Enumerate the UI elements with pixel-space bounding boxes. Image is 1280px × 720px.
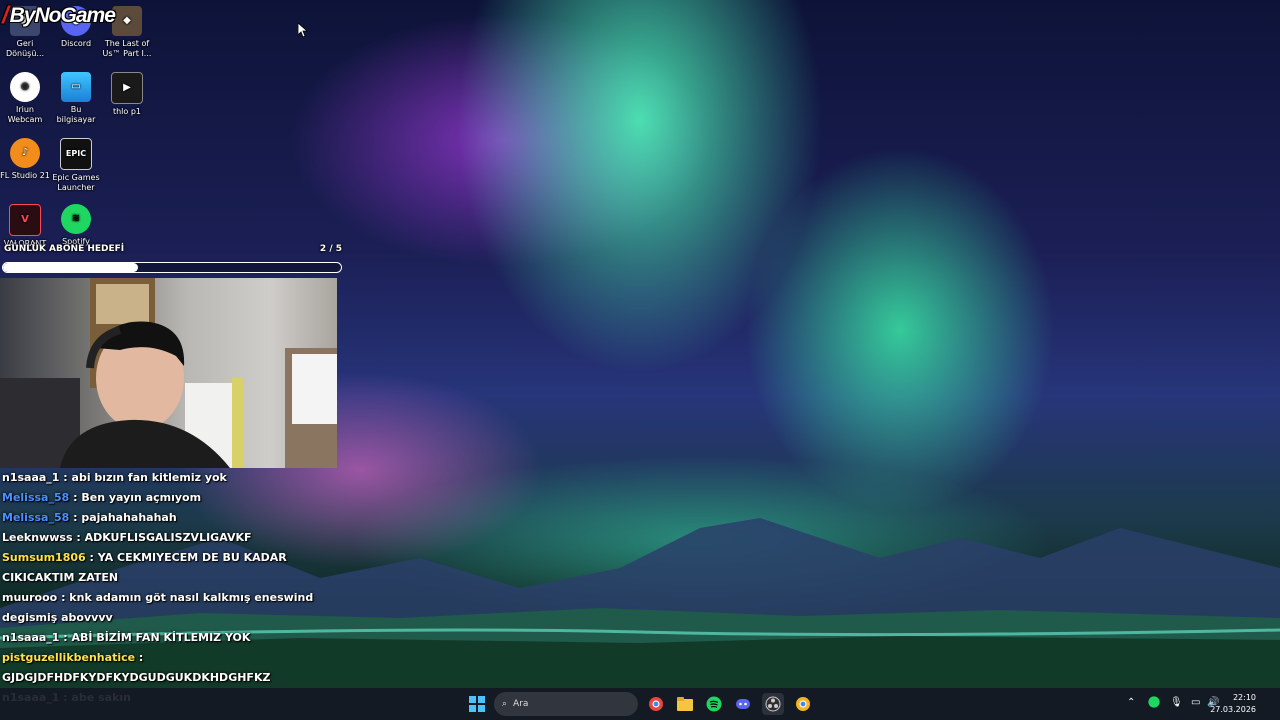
subscriber-goal-bar xyxy=(2,262,342,273)
desktop-icon-spotify[interactable]: ≋ Spotify xyxy=(51,204,101,247)
chat-username: pistguzellikbenhatice xyxy=(2,651,136,664)
chat-text: knk adamın göt nasıl kalkmış eneswind xyxy=(69,591,314,604)
chat-text: degismiş abovvvv xyxy=(2,611,113,624)
video-file-icon: ▶ xyxy=(111,72,143,104)
webcam-feed xyxy=(0,278,337,468)
chat-message: n1saaa_1 : ABİ BİZİM FAN KİTLEMIZ YOK xyxy=(2,628,332,648)
chat-message: CIKICAKTIM ZATEN xyxy=(2,568,332,588)
taskbar-search[interactable]: ⌕ Ara xyxy=(494,692,638,716)
chat-text: ABİ BİZİM FAN KİTLEMIZ YOK xyxy=(71,631,251,644)
spotify-icon[interactable] xyxy=(703,693,725,715)
chat-text: Ben yayın açmıyom xyxy=(81,491,202,504)
windows-start-icon[interactable] xyxy=(466,693,488,715)
chevron-up-icon[interactable]: ⌃ xyxy=(1127,697,1135,708)
chat-username: Sumsum1806 xyxy=(2,551,86,564)
epic-games-icon: EPIC xyxy=(60,138,92,170)
chat-username: n1saaa_1 xyxy=(2,631,60,644)
valorant-icon: V xyxy=(9,204,41,236)
chrome-canary-icon[interactable] xyxy=(792,693,814,715)
desktop-icon-this-pc[interactable]: ▭ Bu bilgisayar xyxy=(51,72,101,125)
microphone-icon[interactable]: 🎙 xyxy=(1170,697,1183,708)
chat-separator: : xyxy=(57,591,70,604)
chat-text: YA CEKMIYECEM DE BU KADAR xyxy=(97,551,287,564)
mouse-cursor xyxy=(298,23,308,38)
chat-username: Melissa_58 xyxy=(2,511,70,524)
fl-studio-icon: ♪ xyxy=(10,138,40,168)
display-icon[interactable]: ▭ xyxy=(1191,697,1200,708)
chrome-icon[interactable] xyxy=(645,693,667,715)
chat-message: n1saaa_1 : abi bızın fan kitlemiz yok xyxy=(2,468,332,488)
tray-spotify-icon[interactable] xyxy=(1148,696,1160,711)
chat-username: n1saaa_1 xyxy=(2,471,60,484)
chat-message: Melissa_58 : Ben yayın açmıyom xyxy=(2,488,332,508)
chat-separator: : xyxy=(59,631,72,644)
chat-separator: : xyxy=(85,551,98,564)
desktop-icon-fl-studio[interactable]: ♪ FL Studio 21 xyxy=(0,138,50,181)
chat-separator: : xyxy=(69,491,82,504)
chat-username: Melissa_58 xyxy=(2,491,70,504)
chat-message: degismiş abovvvv xyxy=(2,608,332,628)
chat-separator: : xyxy=(69,511,82,524)
logo-slash-icon: / xyxy=(2,2,9,29)
chat-text: pajahahahahah xyxy=(81,511,177,524)
webcam-icon: ◉ xyxy=(10,72,40,102)
file-explorer-icon[interactable] xyxy=(674,693,696,715)
stream-logo: / ByNoGame xyxy=(2,2,116,29)
obs-icon[interactable] xyxy=(762,693,784,715)
chat-text: GJDGJDFHDFKYDFKYDGUDGUKDKHDGHFKZ xyxy=(2,671,271,684)
taskbar: ⌕ Ara ⌃ 🎙 ▭ 🔊 22:10 27.03.2026 xyxy=(0,687,1280,720)
clock-date: 27.03.2026 xyxy=(1210,705,1256,714)
chat-separator: : xyxy=(72,531,85,544)
chat-text: abi bızın fan kitlemiz yok xyxy=(71,471,227,484)
chat-text: CIKICAKTIM ZATEN xyxy=(2,571,119,584)
stream-chat: n1saaa_1 : abi bızın fan kitlemiz yok Mel… xyxy=(2,468,332,708)
chat-message: Sumsum1806 : YA CEKMIYECEM DE BU KADAR xyxy=(2,548,332,568)
chat-message: Melissa_58 : pajahahahahah xyxy=(2,508,332,528)
webcam-scene xyxy=(0,278,337,468)
taskbar-clock[interactable]: 22:10 27.03.2026 xyxy=(1210,692,1256,716)
discord-icon[interactable] xyxy=(732,693,754,715)
desktop-icon-epic-games[interactable]: EPIC Epic Games Launcher xyxy=(51,138,101,193)
clock-time: 22:10 xyxy=(1232,693,1256,702)
search-placeholder: Ara xyxy=(513,699,529,709)
goal-count: 2 / 5 xyxy=(319,244,342,254)
chat-message: pistguzellikbenhatice : xyxy=(2,648,332,668)
spotify-icon: ≋ xyxy=(61,204,91,234)
chat-separator: : xyxy=(135,651,144,664)
chat-text: ADKUFLISGALISZVLIGAVKF xyxy=(84,531,252,544)
goal-title: GÜNLÜK ABONE HEDEFİ xyxy=(4,244,125,254)
chat-username: Leeknwwss xyxy=(2,531,73,544)
subscriber-goal-label: GÜNLÜK ABONE HEDEFİ 2 / 5 xyxy=(4,244,342,254)
chat-message: muurooo : knk adamın göt nasıl kalkmış e… xyxy=(2,588,332,608)
desktop-icon-valorant[interactable]: V VALORANT xyxy=(0,204,50,249)
chat-message: Leeknwwss : ADKUFLISGALISZVLIGAVKF xyxy=(2,528,332,548)
chat-message: GJDGJDFHDFKYDFKYDGUDGUKDKHDGHFKZ xyxy=(2,668,332,688)
game-icon: ◆ xyxy=(112,6,142,36)
goal-progress-fill xyxy=(3,263,139,272)
desktop-icon-thlo-p1[interactable]: ▶ thlo p1 xyxy=(102,72,152,117)
chat-username: muurooo xyxy=(2,591,58,604)
chat-separator: : xyxy=(59,471,72,484)
search-icon: ⌕ xyxy=(502,699,508,709)
monitor-icon: ▭ xyxy=(61,72,91,102)
desktop-icon-iriun-webcam[interactable]: ◉ Iriun Webcam xyxy=(0,72,50,125)
